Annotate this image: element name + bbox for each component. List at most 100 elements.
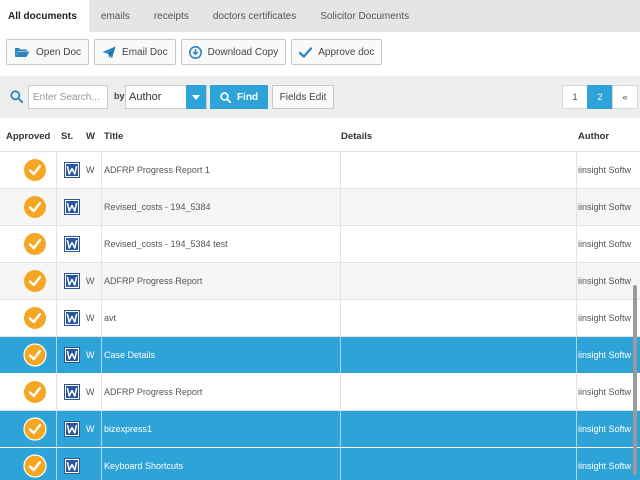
w-cell (86, 448, 100, 480)
approved-check-icon (24, 233, 46, 255)
word-document-icon (64, 384, 80, 400)
approved-cell (22, 152, 48, 188)
column-divider (101, 374, 102, 410)
title-cell: Keyboard Shortcuts (104, 461, 184, 471)
approve-doc-button[interactable]: Approve doc (291, 39, 383, 65)
search-input[interactable] (28, 85, 108, 109)
column-header-w[interactable]: W (86, 131, 95, 142)
download-copy-label: Download Copy (207, 46, 279, 58)
approved-check-icon (24, 196, 46, 218)
column-header-author[interactable]: Author (578, 131, 609, 142)
author-cell: iinsight Softw (578, 461, 632, 471)
author-cell: iinsight Softw (578, 202, 632, 212)
find-button[interactable]: Find (210, 85, 268, 109)
table-row[interactable]: Keyboard Shortcuts iinsight Softw (0, 448, 640, 480)
word-document-icon (64, 236, 80, 252)
tab-solicitor-documents[interactable]: Solicitor Documents (308, 0, 421, 32)
table-row[interactable]: W Case Details iinsight Softw (0, 337, 640, 374)
tab-all-documents[interactable]: All documents (0, 0, 89, 32)
title-cell: avt (104, 313, 117, 323)
chevron-down-icon[interactable] (186, 85, 206, 109)
column-divider (340, 226, 341, 262)
w-cell (86, 189, 100, 225)
table-row[interactable]: Wbizexpress1 iinsight Softw (0, 411, 640, 448)
column-divider (576, 300, 577, 336)
checkmark-icon (299, 46, 313, 58)
approved-cell (22, 374, 48, 410)
grid-header: Approved St. W Title Details Author (0, 118, 640, 152)
approved-cell (22, 337, 48, 373)
table-row[interactable]: W ADFRP Progress Report 1 iinsight Softw (0, 152, 640, 189)
author-cell: iinsight Softw (578, 313, 632, 323)
column-divider (576, 263, 577, 299)
author-cell: iinsight Softw (578, 387, 632, 397)
word-document-icon (64, 273, 80, 289)
word-document-icon (64, 310, 80, 326)
table-row[interactable]: W ADFRP Progress Report iinsight Softw (0, 374, 640, 411)
title-cell: ADFRP Progress Report (104, 387, 203, 397)
grid-scrollbar[interactable] (633, 285, 637, 475)
column-header-status[interactable]: St. (61, 131, 73, 142)
approved-check-icon (23, 417, 47, 441)
status-cell (62, 300, 82, 336)
column-divider (576, 337, 577, 373)
column-header-details[interactable]: Details (341, 131, 372, 142)
status-cell (62, 152, 82, 188)
column-divider (56, 226, 57, 262)
column-divider (576, 189, 577, 225)
author-cell: iinsight Softw (578, 350, 632, 360)
author-cell: iinsight Softw (578, 239, 632, 249)
title-cell: Case Details (104, 350, 156, 360)
w-cell (86, 226, 100, 262)
word-document-icon (64, 458, 80, 474)
column-divider (56, 337, 57, 373)
status-cell (62, 448, 82, 480)
column-divider (101, 448, 102, 480)
column-divider (340, 411, 341, 447)
column-divider (101, 300, 102, 336)
title-cell: bizexpress1 (104, 424, 153, 434)
download-icon (188, 45, 202, 59)
approve-doc-label: Approve doc (318, 46, 375, 58)
open-doc-button[interactable]: Open Doc (6, 39, 90, 65)
column-divider (340, 337, 341, 373)
w-cell: W (86, 165, 95, 175)
column-divider (101, 337, 102, 373)
search-by-label: by (114, 91, 125, 101)
tab-emails[interactable]: emails (89, 0, 142, 32)
word-document-icon (64, 162, 80, 178)
column-header-approved[interactable]: Approved (6, 131, 50, 142)
column-divider (101, 411, 102, 447)
table-row[interactable]: W ADFRP Progress Report iinsight Softw (0, 263, 640, 300)
download-copy-button[interactable]: Download Copy (180, 39, 287, 65)
word-document-icon (64, 347, 80, 363)
table-row[interactable]: Revised_costs - 194_5384 test iinsight So… (0, 226, 640, 263)
page-2-button[interactable]: 2 (587, 85, 613, 109)
column-divider (576, 152, 577, 188)
column-divider (56, 189, 57, 225)
tab-receipts[interactable]: receipts (142, 0, 201, 32)
tab-doctors-certificates[interactable]: doctors certificates (201, 0, 308, 32)
column-divider (56, 374, 57, 410)
status-cell (62, 226, 82, 262)
table-row[interactable]: Revised_costs - 194_5384 iinsight Softw (0, 189, 640, 226)
document-toolbar: Open Doc Email Doc Download Copy Approve… (0, 32, 640, 72)
approved-check-icon (24, 381, 46, 403)
document-grid: W ADFRP Progress Report 1 iinsight Softw Re… (0, 152, 640, 480)
column-divider (576, 411, 577, 447)
column-divider (340, 152, 341, 188)
table-row[interactable]: Wavt iinsight Softw (0, 300, 640, 337)
column-divider (56, 411, 57, 447)
email-doc-button[interactable]: Email Doc (94, 39, 176, 65)
column-divider (101, 263, 102, 299)
find-search-icon (220, 91, 231, 103)
column-divider (340, 374, 341, 410)
page-1-button[interactable]: 1 (562, 85, 588, 109)
fields-edit-button[interactable]: Fields Edit (272, 85, 334, 109)
previous-page-button[interactable]: « (612, 85, 638, 109)
column-divider (56, 263, 57, 299)
column-header-title[interactable]: Title (104, 131, 123, 142)
approved-check-icon (24, 159, 46, 181)
status-cell (62, 411, 82, 447)
search-field-select[interactable]: Author (125, 85, 207, 109)
